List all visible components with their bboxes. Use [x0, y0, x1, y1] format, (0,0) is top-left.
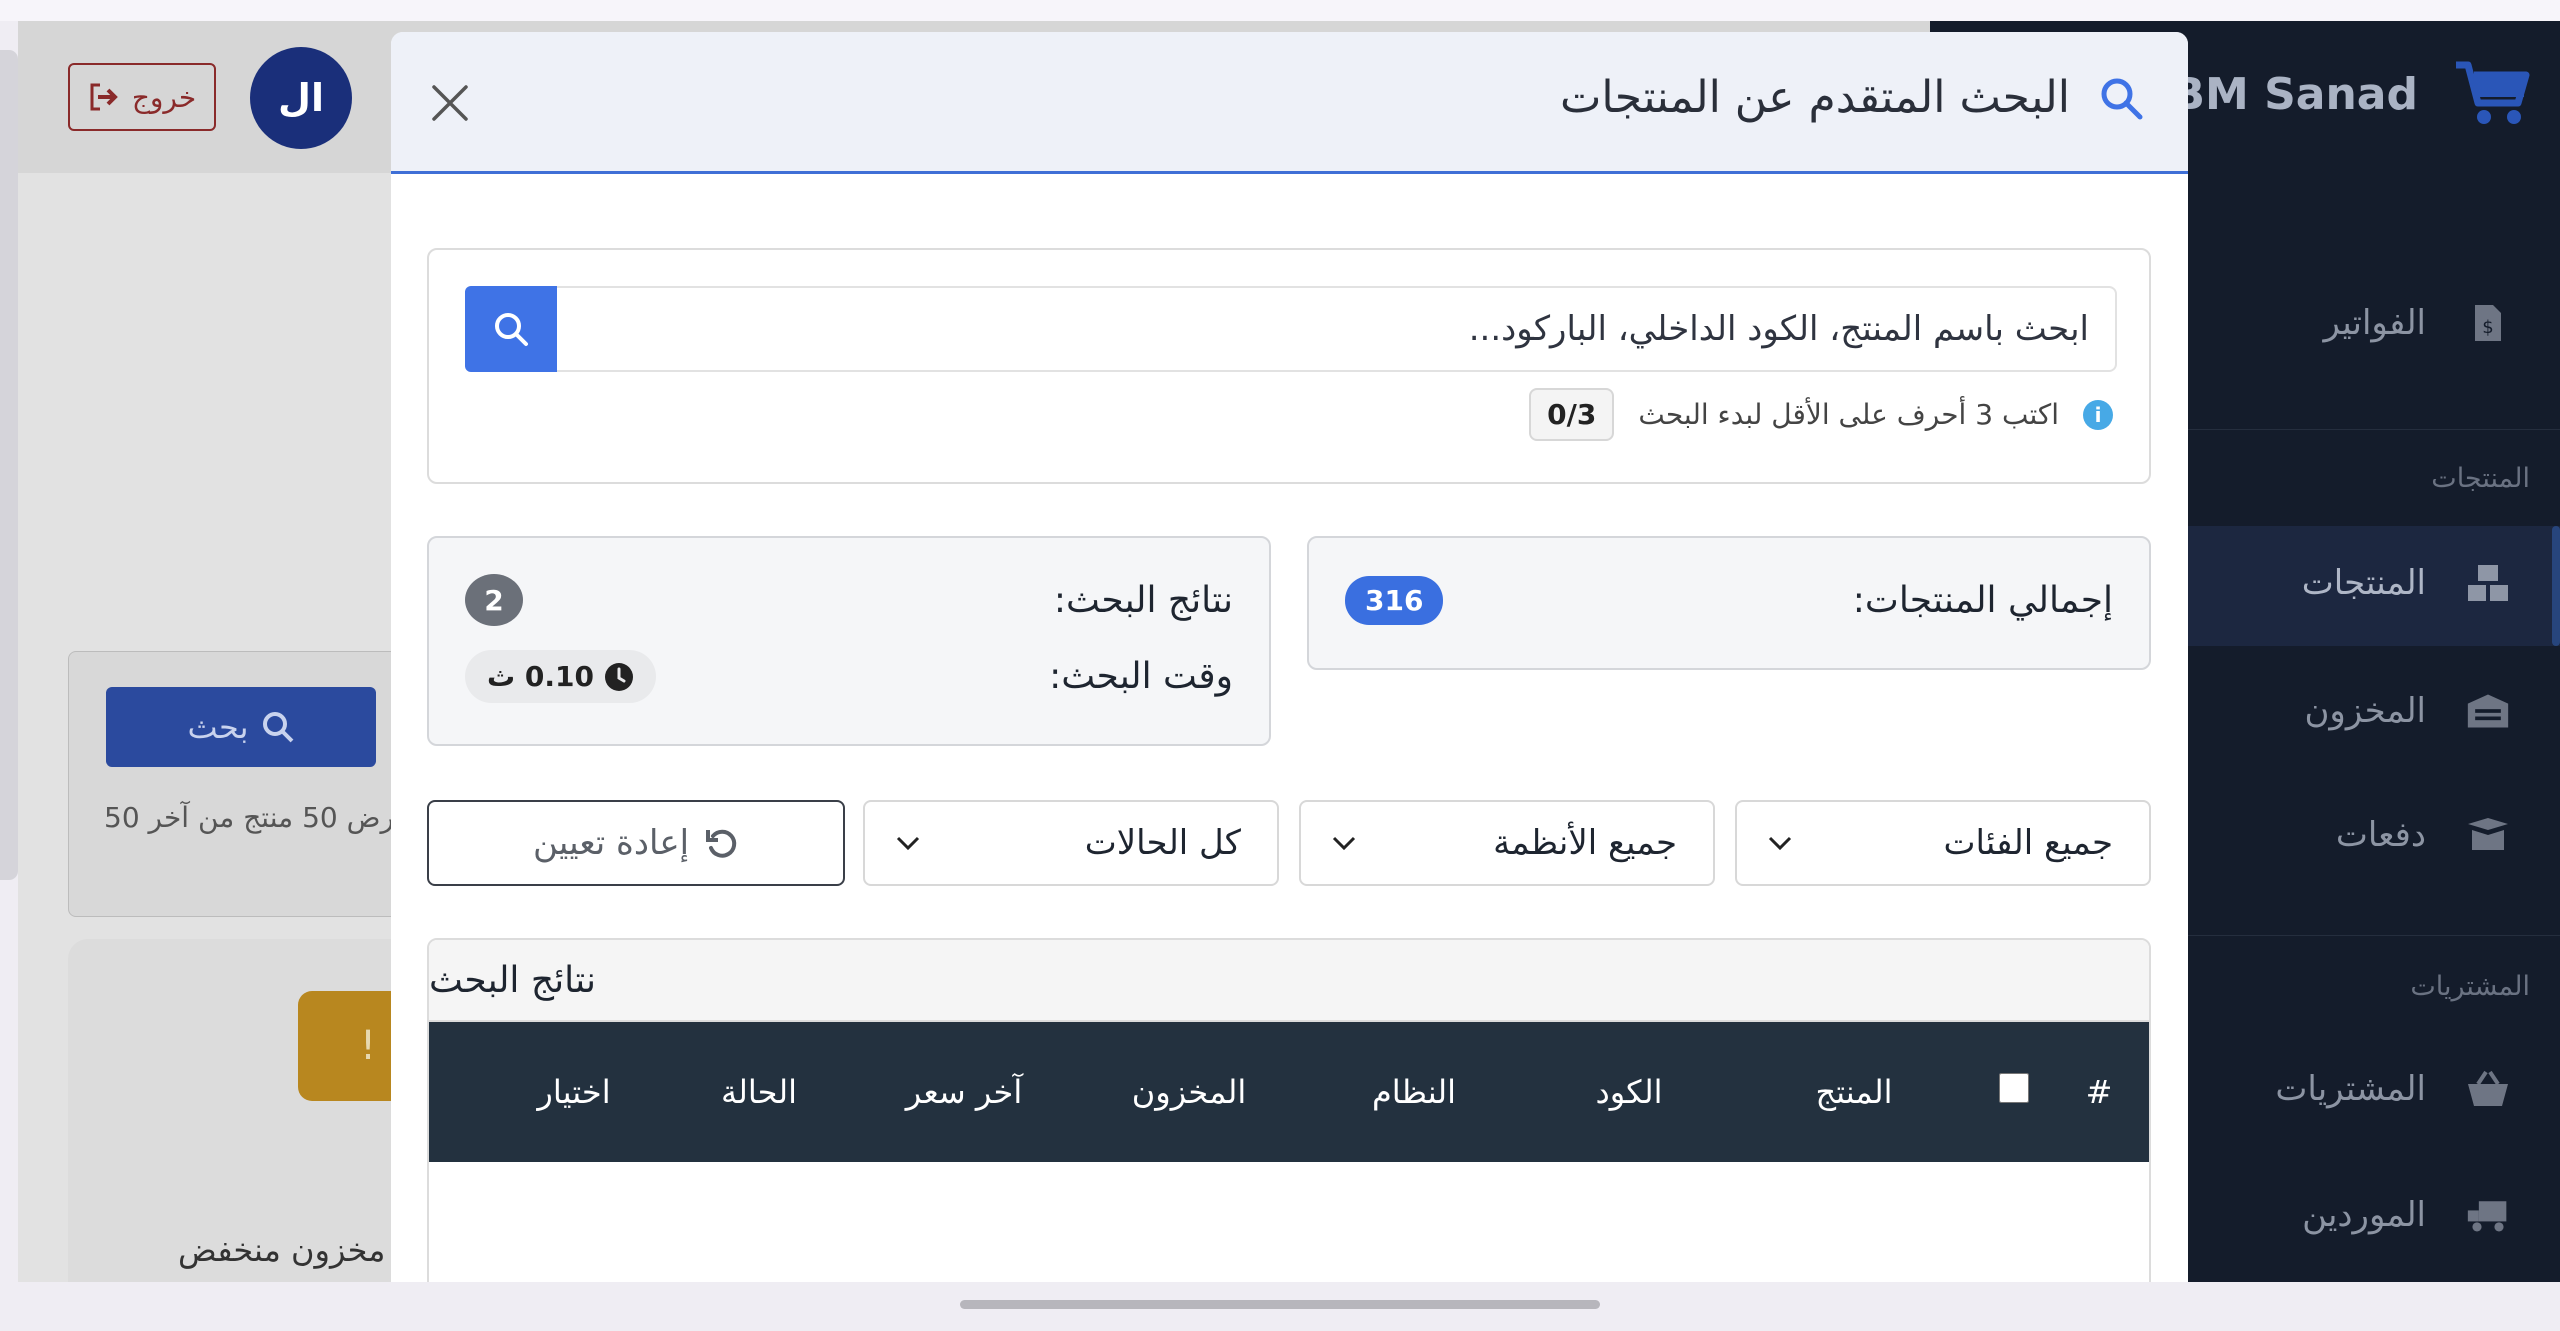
char-counter: 0/3 [1529, 388, 1615, 441]
sidebar-item-label: المخزون [2304, 691, 2426, 731]
modal-header: البحث المتقدم عن المنتجات [391, 32, 2188, 174]
select-all-checkbox[interactable] [1999, 1073, 2029, 1103]
sidebar-section-products: المنتجات [2431, 463, 2530, 494]
total-products-badge: 316 [1345, 576, 1444, 625]
search-time-badge: 0.10 ث [465, 650, 656, 703]
search-results-stats-card: نتائج البحث: 2 وقت البحث: 0.10 ث [427, 536, 1271, 746]
sidebar-item-invoices[interactable]: $ الفواتير [2324, 303, 2511, 343]
scrollbar[interactable] [0, 50, 18, 880]
search-submit-button[interactable] [465, 286, 557, 372]
search-results-label: نتائج البحث: [1053, 580, 1233, 621]
clock-icon [604, 662, 633, 691]
logout-button[interactable]: خروج [68, 63, 216, 131]
results-table-header: # المنتج الكود النظام المخزون آخر سعر ال… [429, 1022, 2149, 1162]
column-header-system: النظام [1371, 1073, 1457, 1111]
search-hint: i اكتب 3 أحرف على الأقل لبدء البحث 0/3 [1529, 388, 2113, 441]
advanced-search-modal: البحث المتقدم عن المنتجات i اكتب 3 أحرف … [391, 32, 2188, 1282]
results-card: نتائج البحث # المنتج الكود النظام المخزو… [427, 938, 2151, 1282]
status-select[interactable]: كل الحالات [863, 800, 1279, 886]
reset-button[interactable]: إعادة تعيين [427, 800, 845, 886]
total-products-card: إجمالي المنتجات: 316 [1307, 536, 2151, 670]
sidebar-section-purchases: المشتريات [2410, 971, 2530, 1002]
status-select-value: كل الحالات [1084, 823, 1241, 863]
search-time-value: 0.10 ث [487, 660, 594, 693]
sidebar-item-batches[interactable]: دفعات [2336, 815, 2510, 855]
info-icon: i [2083, 399, 2113, 430]
sidebar-item-label: الموردين [2302, 1195, 2426, 1235]
system-select[interactable]: جميع الأنظمة [1299, 800, 1715, 886]
bg-search-label: بحث [187, 708, 249, 746]
column-header-choose: اختيار [537, 1073, 611, 1111]
brand[interactable]: ABM Sanad [2137, 61, 2530, 127]
cart-icon [2456, 61, 2530, 124]
search-icon [495, 313, 528, 346]
logout-label: خروج [131, 80, 197, 114]
bg-hint-text: عرض 50 منتج من آخر 50 [104, 801, 413, 834]
chevron-down-icon [1768, 836, 1792, 851]
column-header-product: المنتج [1815, 1073, 1893, 1111]
sidebar-item-label: دفعات [2335, 815, 2426, 855]
total-products-label: إجمالي المنتجات: [1852, 580, 2113, 621]
search-card: i اكتب 3 أحرف على الأقل لبدء البحث 0/3 [427, 248, 2151, 484]
sign-out-icon [90, 83, 118, 111]
undo-icon [706, 829, 737, 858]
column-header-index: # [2085, 1073, 2113, 1111]
column-header-status: الحالة [721, 1073, 797, 1111]
modal-title-text: البحث المتقدم عن المنتجات [1559, 72, 2070, 123]
column-header-code: الكود [1595, 1073, 1663, 1111]
close-icon [432, 85, 468, 121]
chevron-down-icon [896, 836, 920, 851]
truck-icon [2466, 1195, 2510, 1235]
search-icon [262, 712, 293, 743]
results-title: نتائج البحث [429, 940, 2149, 1022]
column-header-last-price: آخر سعر [905, 1073, 1023, 1111]
box-open-icon [2466, 815, 2510, 855]
system-select-value: جميع الأنظمة [1493, 823, 1677, 863]
avatar[interactable]: ال [250, 47, 352, 149]
modal-title: البحث المتقدم عن المنتجات [1560, 72, 2144, 123]
search-results-badge: 2 [465, 574, 523, 626]
sidebar-active-indicator [2552, 526, 2560, 646]
close-button[interactable] [421, 74, 479, 132]
chevron-down-icon [1332, 836, 1356, 851]
bg-low-stock-text: مخزون منخفض [178, 1231, 386, 1269]
sidebar-item-label: الفواتير [2323, 303, 2427, 343]
boxes-icon [2466, 563, 2510, 603]
search-hint-text: اكتب 3 أحرف على الأقل لبدء البحث [1638, 398, 2059, 431]
sidebar-item-label: المشتريات [2275, 1069, 2426, 1109]
sidebar-item-purchases[interactable]: المشتريات [2275, 1069, 2510, 1109]
bg-search-button[interactable]: بحث [106, 687, 376, 767]
reset-label: إعادة تعيين [532, 823, 690, 863]
search-time-label: وقت البحث: [1049, 656, 1233, 697]
column-header-stock: المخزون [1131, 1073, 1247, 1111]
status-bar [0, 0, 2560, 21]
sidebar-item-suppliers[interactable]: الموردين [2302, 1195, 2510, 1235]
product-search-input[interactable] [557, 286, 2117, 372]
screen: خروج ال بحث عرض 50 منتج من آخر 50 ! مخزو… [0, 0, 2560, 1331]
search-icon [2101, 78, 2143, 119]
sidebar-item-inventory[interactable]: المخزون [2304, 691, 2510, 731]
warehouse-icon [2466, 691, 2510, 731]
sidebar-item-label: المنتجات [2301, 563, 2426, 603]
category-select-value: جميع الفئات [1943, 823, 2113, 863]
svg-text:$: $ [2482, 317, 2493, 338]
category-select[interactable]: جميع الفئات [1735, 800, 2151, 886]
sidebar-item-products[interactable]: المنتجات [2302, 563, 2510, 603]
home-indicator[interactable] [960, 1300, 1600, 1309]
invoice-icon: $ [2466, 303, 2510, 343]
column-header-select-all [1979, 1073, 2049, 1111]
basket-icon [2466, 1069, 2510, 1109]
